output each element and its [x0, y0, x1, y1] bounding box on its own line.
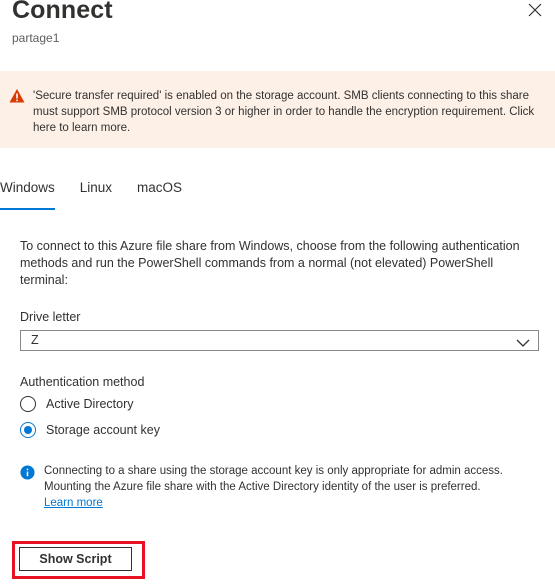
drive-letter-dropdown[interactable]: Z: [20, 330, 539, 351]
tab-windows[interactable]: Windows: [0, 180, 55, 210]
radio-circle-selected[interactable]: [20, 422, 36, 438]
radio-active-directory[interactable]: Active Directory: [20, 396, 134, 412]
page-subtitle: partage1: [12, 31, 60, 45]
radio-circle[interactable]: [20, 396, 36, 412]
learn-more-link[interactable]: Learn more: [44, 497, 103, 509]
warning-banner[interactable]: 'Secure transfer required' is enabled on…: [0, 71, 555, 148]
instructions-text: To connect to this Azure file share from…: [20, 239, 520, 287]
os-tabs: Windows Linux macOS: [0, 180, 207, 210]
tab-macos[interactable]: macOS: [137, 180, 182, 205]
chevron-down-icon: [516, 335, 530, 347]
drive-letter-label: Drive letter: [20, 310, 81, 324]
radio-label: Active Directory: [46, 397, 134, 411]
info-icon: [20, 465, 35, 480]
show-script-button[interactable]: Show Script: [19, 547, 132, 571]
tab-linux[interactable]: Linux: [80, 180, 112, 205]
warning-icon: [9, 88, 25, 104]
close-icon[interactable]: [527, 2, 545, 20]
page-title: Connect: [12, 0, 113, 24]
auth-method-label: Authentication method: [20, 375, 145, 389]
radio-storage-account-key[interactable]: Storage account key: [20, 422, 160, 438]
info-text: Connecting to a share using the storage …: [44, 465, 503, 493]
warning-text: 'Secure transfer required' is enabled on…: [33, 90, 535, 134]
drive-letter-value: Z: [31, 333, 39, 347]
radio-label: Storage account key: [46, 423, 160, 437]
